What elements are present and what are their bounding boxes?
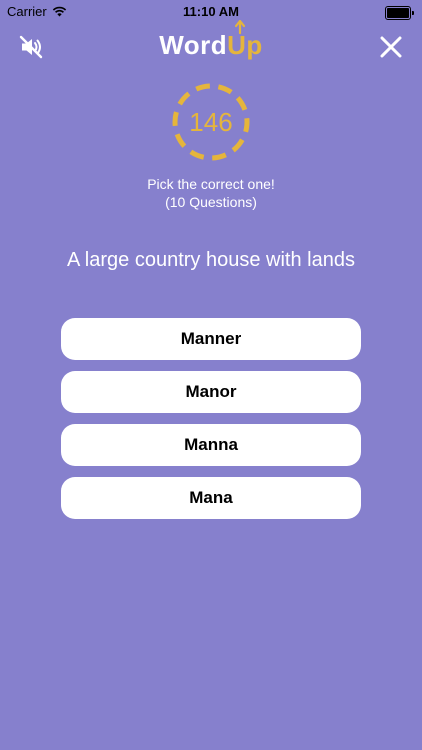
timer-value: 146 bbox=[189, 107, 233, 137]
nav-bar: Word Up bbox=[0, 20, 422, 72]
status-time: 11:10 AM bbox=[183, 4, 239, 19]
countdown-timer: 146 bbox=[171, 82, 251, 162]
instruction-line-1: Pick the correct one! bbox=[147, 176, 275, 192]
question-text: A large country house with lands bbox=[67, 249, 355, 271]
close-icon[interactable] bbox=[378, 34, 404, 60]
answer-option-button[interactable]: Mana bbox=[61, 477, 361, 519]
answer-options: Manner Manor Manna Mana bbox=[61, 318, 361, 530]
instruction-line-2: (10 Questions) bbox=[165, 194, 257, 210]
instruction-text: Pick the correct one! (10 Questions) bbox=[0, 175, 422, 211]
logo-word: Word bbox=[159, 30, 228, 60]
battery-icon bbox=[385, 6, 414, 20]
status-bar: Carrier 11:10 AM bbox=[0, 0, 422, 22]
answer-option-button[interactable]: Manor bbox=[61, 371, 361, 413]
logo-up: Up bbox=[227, 20, 263, 60]
answer-option-button[interactable]: Manna bbox=[61, 424, 361, 466]
arrow-up-icon bbox=[235, 20, 246, 34]
answer-option-button[interactable]: Manner bbox=[61, 318, 361, 360]
app-logo: Word Up bbox=[0, 20, 422, 61]
